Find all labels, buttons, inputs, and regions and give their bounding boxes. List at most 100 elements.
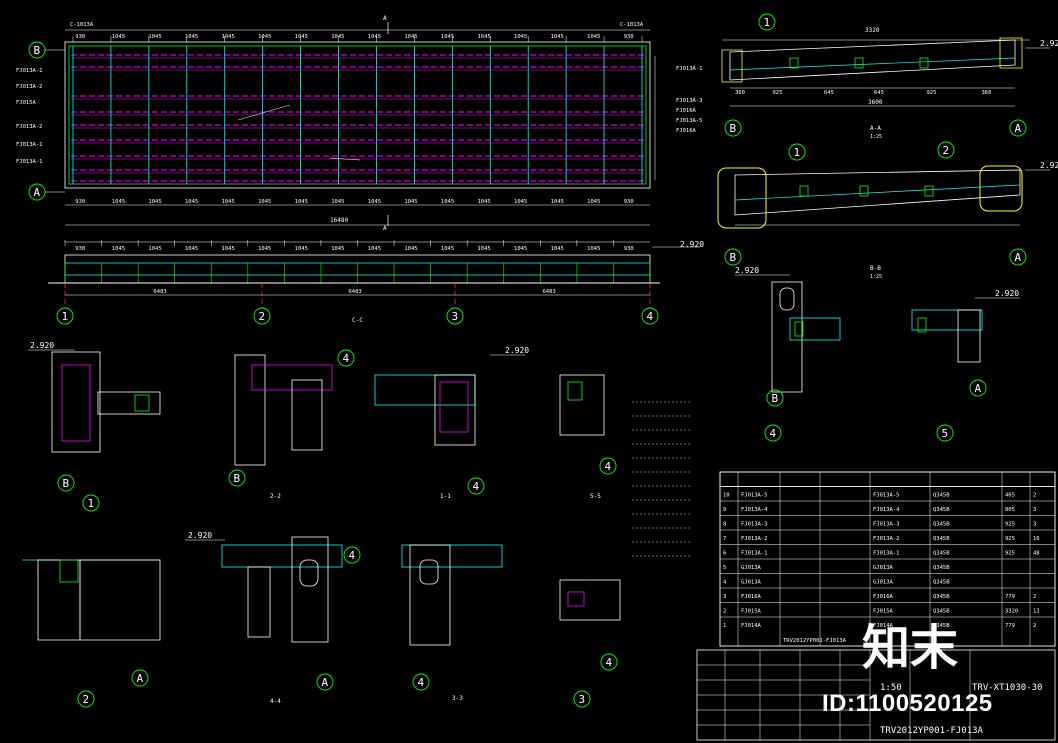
plan-right-label-3: FJ013A-5: [676, 118, 703, 124]
det22-ref: 4: [343, 352, 350, 365]
table-cell-4-1: FJ013A-1: [741, 551, 768, 557]
det44-hole: [299, 559, 319, 587]
table-cell-2-1: FJ013A-3: [741, 522, 768, 528]
table-cell-6-4: GJ013A: [873, 580, 894, 586]
grid-bubble-1: 1: [62, 310, 69, 323]
det5-level: 2.920: [995, 289, 1019, 298]
det33-hole: [419, 559, 439, 585]
plan-dim-bottom-9: 1045: [404, 199, 417, 205]
det5-num: 5: [942, 427, 949, 440]
plan-dim-bottom-13: 1045: [551, 199, 564, 205]
plan-row-label-4: FJ013A-1: [16, 142, 43, 148]
elev-dim-1: 1045: [112, 246, 125, 252]
det4-level: 2.920: [735, 266, 759, 275]
sec-b-end-right: [979, 165, 1023, 212]
title-block-ref: TRV2012YP001-FJ013A: [880, 726, 984, 736]
grid-bubble-a: A: [34, 186, 41, 199]
sec-a-grid-a: A: [1015, 122, 1022, 135]
grid-bubble-b: B: [34, 44, 41, 57]
sec-a-detail-1: 1: [764, 16, 771, 29]
plan-dim-top-5: 1045: [258, 34, 271, 40]
plan-view: B A A A 930 1045 1045 1045 1045 1045 1045 1045 1045 1…: [16, 15, 703, 232]
plan-dim-top-15: 930: [624, 34, 634, 40]
det2-wall: [37, 559, 81, 641]
cut-4-4: 4-4: [270, 698, 281, 705]
plan-dim-top-11: 1045: [477, 34, 490, 40]
sec-b-grid-b: B: [730, 251, 737, 264]
table-cell-7-5: Q345B: [933, 594, 950, 600]
table-cell-7-0: 3: [723, 594, 726, 600]
table-cell-4-5: Q345B: [933, 551, 950, 557]
sec-a-plate-1: [854, 57, 864, 69]
sec-b-scale: 1:25: [870, 274, 882, 280]
table-cell-7-4: FJ016A: [873, 594, 894, 600]
sec-a-level: 2.920: [1040, 39, 1058, 48]
cut-3-3: 3-3: [452, 695, 463, 702]
plan-dim-bottom-7: 1045: [331, 199, 344, 205]
table-cell-0-7: 2: [1033, 493, 1036, 499]
det44-beam: [221, 544, 343, 568]
elevation-view: 930 1045 1045 1045 1045 1045 1045 1045 1045 1045 1…: [48, 240, 704, 325]
table-cell-8-6: 3320: [1005, 609, 1018, 615]
grid-bubble-3: 3: [452, 310, 459, 323]
plan-row-label-3: FJ013A-2: [16, 124, 43, 130]
grid-bubble-4: 4: [647, 310, 654, 323]
table-cell-2-6: 925: [1005, 522, 1015, 528]
sec-a-title: A-A: [870, 125, 881, 132]
det22-column: [234, 354, 266, 466]
table-cell-3-7: 16: [1033, 536, 1040, 542]
elev-span-1: 6483: [349, 289, 362, 295]
elev-title: C-C: [352, 317, 363, 324]
table-cell-4-0: 6: [723, 551, 726, 557]
section-a-a: 1 3320 360 925 645 645 925 360 3600 B A A-A 1:25 2.92…: [721, 13, 1058, 140]
plan-total-dim: 16480: [330, 217, 348, 224]
elev-dim-4: 1045: [222, 246, 235, 252]
sec-a-dim-4: 925: [927, 90, 937, 96]
table-cell-4-7: 48: [1033, 551, 1040, 557]
det11-level: 2.920: [505, 346, 529, 355]
sec-a-plate-2: [919, 57, 929, 69]
elev-dim-3: 1045: [185, 246, 198, 252]
elev-dim-10: 1045: [441, 246, 454, 252]
elev-dim-5: 1045: [258, 246, 271, 252]
table-cell-2-0: 8: [723, 522, 726, 528]
cut-2-2: 2-2: [270, 493, 281, 500]
table-cell-2-7: 3: [1033, 522, 1036, 528]
plan-dim-top-3: 1045: [185, 34, 198, 40]
det4-num: 4: [770, 427, 777, 440]
table-cell-3-4: FJ013A-2: [873, 536, 900, 542]
det11-inner: [439, 381, 469, 433]
table-cell-7-6: 779: [1005, 594, 1015, 600]
table-cell-1-0: 9: [723, 507, 726, 513]
plan-dim-bottom-2: 1045: [148, 199, 161, 205]
plan-dim-bottom-8: 1045: [368, 199, 381, 205]
elev-dim-2: 1045: [148, 246, 161, 252]
elev-dim-6: 1045: [295, 246, 308, 252]
cut-1-1: 1-1: [440, 493, 451, 500]
det4-hole: [779, 287, 795, 311]
det4-column: [771, 281, 803, 393]
table-cell-3-5: Q345B: [933, 536, 950, 542]
plan-dim-bottom-12: 1045: [514, 199, 527, 205]
sec-b-plate-1: [859, 185, 869, 197]
det3-plate: [567, 591, 585, 607]
det22-grid: B: [234, 472, 241, 485]
elev-dim-14: 1045: [587, 246, 600, 252]
plan-dim-top-1: 1045: [112, 34, 125, 40]
elev-dim-12: 1045: [514, 246, 527, 252]
table-footer-ref: TRV2012YP001-FJ013A: [783, 638, 847, 644]
plan-right-label-1: FJ013A-3: [676, 98, 703, 104]
plan-dim-top-4: 1045: [222, 34, 235, 40]
table-cell-8-7: 13: [1033, 609, 1040, 615]
plan-dim-top-7: 1045: [331, 34, 344, 40]
det1-level: 2.920: [30, 341, 54, 350]
plan-right-label-4: FJ016A: [676, 128, 697, 134]
table-cell-0-4: FJ013A-5: [873, 493, 900, 499]
elev-dim-7: 1045: [331, 246, 344, 252]
table-cell-1-5: Q345B: [933, 507, 950, 513]
section-mark-bottom: A: [383, 225, 387, 232]
sec-b-grid-a: A: [1015, 251, 1022, 264]
det11-beam: [374, 374, 476, 406]
watermark-id: ID:1100520125: [822, 690, 993, 717]
plan-dim-bottom-15: 930: [624, 199, 634, 205]
